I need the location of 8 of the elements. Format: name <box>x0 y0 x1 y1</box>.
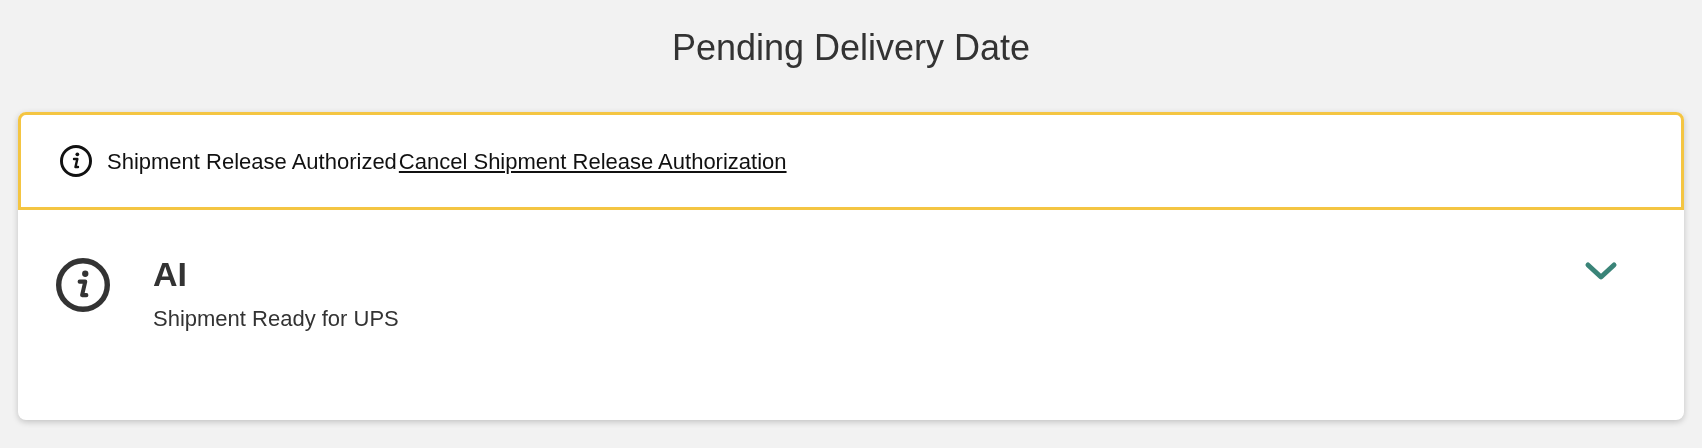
chevron-icon <box>1584 260 1618 282</box>
banner-message: Shipment Release Authorized <box>107 147 397 176</box>
info-icon <box>56 258 110 312</box>
item-subtitle: Shipment Ready for UPS <box>153 305 399 333</box>
item-title: AI <box>153 254 188 295</box>
page-title: Pending Delivery Date <box>671 26 1031 70</box>
info-icon <box>60 145 92 177</box>
cancel-authorization-link[interactable]: Cancel Shipment Release Authorization <box>398 144 787 178</box>
